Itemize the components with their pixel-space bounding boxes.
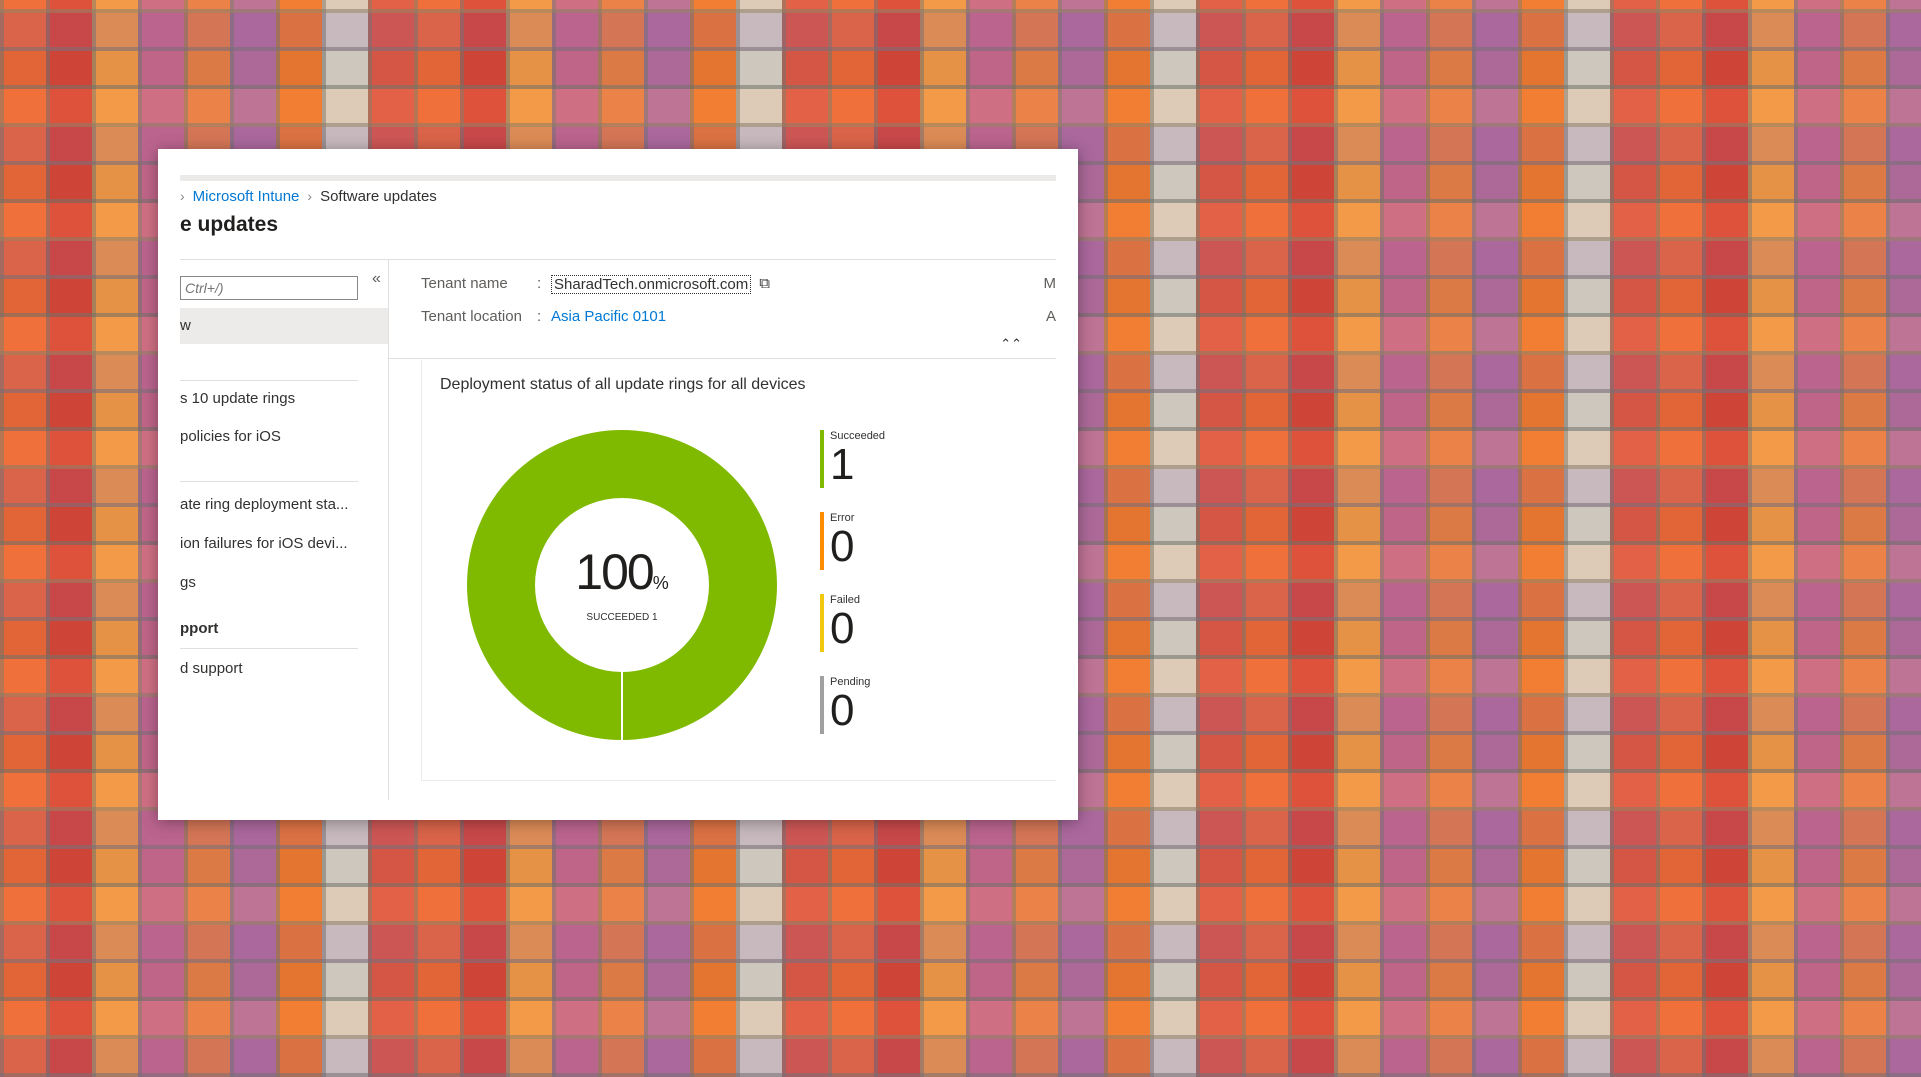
divider	[180, 380, 358, 381]
legend-color-bar	[820, 512, 824, 570]
legend-color-bar	[820, 430, 824, 488]
breadcrumb: › Microsoft Intune › Software updates	[180, 175, 1056, 207]
collapse-essentials-icon[interactable]: ⌃⌃	[1000, 336, 1022, 352]
sidebar-item-update-ring-deployment-status[interactable]: ate ring deployment sta...	[180, 496, 380, 513]
sidebar-heading-label: pport	[180, 620, 219, 637]
donut-percentage-value: 100	[575, 544, 654, 600]
deployment-status-tile[interactable]: Deployment status of all update rings fo…	[421, 360, 1056, 781]
intune-portal-window: › Microsoft Intune › Software updates e …	[158, 149, 1078, 820]
sidebar-item-installation-failures-ios[interactable]: ion failures for iOS devi...	[180, 535, 380, 552]
sidebar-item-label: policies for iOS	[180, 428, 281, 445]
donut-percentage: 100%	[575, 547, 668, 608]
colon: :	[537, 275, 542, 292]
legend-item-failed[interactable]: Failed 0	[820, 594, 885, 676]
sidebar-item-label: gs	[180, 574, 196, 591]
legend-item-error[interactable]: Error 0	[820, 512, 885, 594]
sidebar-item-label: w	[180, 317, 191, 334]
sidebar-item-label: d support	[180, 660, 243, 677]
chevron-right-icon: ›	[180, 188, 185, 204]
tenant-name-value: SharadTech.onmicrosoft.com	[551, 275, 752, 294]
tenant-location-row: Tenant location : Asia Pacific 0101	[421, 308, 666, 325]
breadcrumb-microsoft-intune[interactable]: Microsoft Intune	[193, 188, 300, 205]
sidebar-item-overview[interactable]: w	[180, 308, 388, 344]
colon: :	[537, 308, 542, 325]
divider	[180, 481, 358, 482]
main-content: Tenant name : SharadTech.onmicrosoft.com…	[389, 260, 1056, 800]
legend-value: 0	[830, 686, 855, 735]
essentials-right-column-label: M	[1043, 275, 1057, 292]
sidebar-item-update-policies-ios[interactable]: policies for iOS	[180, 428, 380, 445]
donut-percentage-unit: %	[652, 573, 669, 593]
legend-value: 0	[830, 604, 855, 653]
sidebar-item-label: s 10 update rings	[180, 390, 296, 407]
search-input[interactable]	[180, 276, 358, 300]
essentials-right-column-label: A	[1045, 308, 1056, 325]
legend-value: 0	[830, 522, 855, 571]
sidebar-item-settings[interactable]: gs	[180, 574, 380, 591]
sidebar-item-windows-10-update-rings[interactable]: s 10 update rings	[180, 390, 380, 407]
collapse-sidebar-icon[interactable]: «	[372, 270, 381, 288]
tenant-location-value[interactable]: Asia Pacific 0101	[551, 308, 666, 325]
chevron-right-icon: ›	[307, 188, 313, 204]
divider	[180, 648, 358, 649]
legend-item-pending[interactable]: Pending 0	[820, 676, 885, 758]
sidebar-heading-support: pport	[180, 620, 380, 637]
tenant-name-label: Tenant name	[421, 275, 508, 292]
copy-icon[interactable]: ⧉	[759, 275, 770, 294]
breadcrumb-software-updates: Software updates	[320, 187, 437, 205]
sidebar-item-help-and-support[interactable]: d support	[180, 660, 380, 677]
tenant-name-row: Tenant name : SharadTech.onmicrosoft.com…	[421, 275, 770, 294]
page-title: e updates	[180, 213, 279, 236]
legend-color-bar	[820, 676, 824, 734]
divider	[389, 358, 1056, 359]
tile-title: Deployment status of all update rings fo…	[440, 376, 806, 393]
sidebar-item-label: ate ring deployment sta...	[180, 496, 349, 513]
donut-center: 100% SUCCEEDED 1	[467, 430, 777, 740]
donut-caption: SUCCEEDED 1	[586, 612, 658, 623]
status-legend: Succeeded 1 Error 0 Failed 0 Pending 0	[820, 430, 885, 758]
sidebar-item-label: ion failures for iOS devi...	[180, 535, 348, 552]
legend-color-bar	[820, 594, 824, 652]
legend-value: 1	[830, 440, 855, 489]
sidebar: « w s 10 update rings policies for iOS a…	[180, 260, 389, 800]
tenant-location-label: Tenant location	[421, 308, 522, 325]
legend-item-succeeded[interactable]: Succeeded 1	[820, 430, 885, 512]
